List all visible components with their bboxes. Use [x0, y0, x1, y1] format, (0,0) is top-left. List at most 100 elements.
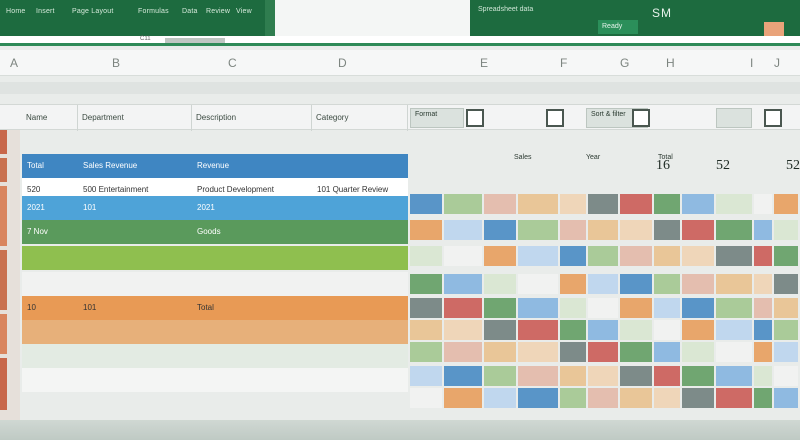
- table-cell[interactable]: [22, 368, 78, 392]
- heatmap-cell[interactable]: [682, 274, 714, 294]
- formula-input[interactable]: [165, 38, 225, 43]
- column-header-d[interactable]: D: [338, 56, 347, 70]
- heatmap-cell[interactable]: [682, 388, 714, 408]
- tab-view[interactable]: View: [236, 8, 252, 15]
- heatmap-cell[interactable]: [654, 194, 680, 214]
- table-cell[interactable]: Sales Revenue: [78, 154, 192, 178]
- heatmap-cell[interactable]: [620, 274, 652, 294]
- column-header-h[interactable]: H: [666, 56, 675, 70]
- table-cell[interactable]: 101: [78, 296, 192, 320]
- table-cell[interactable]: Revenue: [192, 154, 312, 178]
- heatmap-cell[interactable]: [484, 388, 516, 408]
- chart-icon[interactable]: [632, 109, 650, 127]
- tab-data[interactable]: Data: [182, 8, 198, 15]
- column-header-i[interactable]: I: [750, 56, 753, 70]
- table-cell[interactable]: [312, 272, 408, 296]
- table-cell[interactable]: [192, 246, 312, 270]
- column-header-a[interactable]: A: [10, 56, 18, 70]
- table-row[interactable]: Total Sales Revenue Revenue: [22, 154, 408, 178]
- heatmap-cell[interactable]: [654, 342, 680, 362]
- heatmap-cell[interactable]: [682, 320, 714, 340]
- table-cell[interactable]: [192, 320, 312, 344]
- column-header-c[interactable]: C: [228, 56, 237, 70]
- heatmap-cell[interactable]: [716, 274, 752, 294]
- heatmap-cell[interactable]: [716, 246, 752, 266]
- heatmap-cell[interactable]: [754, 366, 772, 386]
- heatmap-cell[interactable]: [620, 320, 652, 340]
- table-cell[interactable]: [312, 196, 408, 220]
- heatmap-cell[interactable]: [410, 366, 442, 386]
- table-row[interactable]: 7 Nov Goods: [22, 220, 408, 244]
- heatmap-cell[interactable]: [716, 320, 752, 340]
- heatmap-cell[interactable]: [716, 298, 752, 318]
- table-cell[interactable]: [78, 246, 192, 270]
- heatmap-cell[interactable]: [588, 194, 618, 214]
- table-cell[interactable]: [78, 272, 192, 296]
- heatmap-cell[interactable]: [774, 220, 798, 240]
- heatmap-cell[interactable]: [774, 274, 798, 294]
- heatmap-cell[interactable]: [682, 298, 714, 318]
- heatmap-cell[interactable]: [754, 220, 772, 240]
- heatmap-cell[interactable]: [410, 298, 442, 318]
- heatmap-cell[interactable]: [560, 320, 586, 340]
- options-button[interactable]: [716, 108, 752, 128]
- column-header-e[interactable]: E: [480, 56, 488, 70]
- heatmap-cell[interactable]: [682, 366, 714, 386]
- heatmap-cell[interactable]: [774, 366, 798, 386]
- tab-insert[interactable]: Insert: [36, 8, 55, 15]
- heatmap-cell[interactable]: [620, 220, 652, 240]
- heatmap-cell[interactable]: [716, 388, 752, 408]
- table-cell[interactable]: Goods: [192, 220, 312, 244]
- heatmap-cell[interactable]: [620, 366, 652, 386]
- heatmap-cell[interactable]: [484, 220, 516, 240]
- heatmap-cell[interactable]: [518, 274, 558, 294]
- heatmap-cell[interactable]: [588, 246, 618, 266]
- heatmap-cell[interactable]: [654, 220, 680, 240]
- heatmap-cell[interactable]: [444, 342, 482, 362]
- tab-home[interactable]: Home: [6, 8, 25, 15]
- heatmap-cell[interactable]: [716, 342, 752, 362]
- heatmap-cell[interactable]: [754, 320, 772, 340]
- heatmap-cell[interactable]: [444, 320, 482, 340]
- heatmap-cell[interactable]: [754, 274, 772, 294]
- tab-page-layout[interactable]: Page Layout: [72, 8, 114, 15]
- heatmap-cell[interactable]: [588, 320, 618, 340]
- heatmap-cell[interactable]: [774, 342, 798, 362]
- heatmap-cell[interactable]: [518, 320, 558, 340]
- heatmap-cell[interactable]: [484, 298, 516, 318]
- table-row[interactable]: [22, 320, 408, 344]
- name-box[interactable]: C11: [140, 36, 151, 42]
- heatmap-cell[interactable]: [620, 388, 652, 408]
- column-header-b[interactable]: B: [112, 56, 120, 70]
- table-cell[interactable]: [22, 272, 78, 296]
- heatmap-cell[interactable]: [444, 298, 482, 318]
- heatmap-cell[interactable]: [444, 220, 482, 240]
- heatmap-cell[interactable]: [444, 388, 482, 408]
- heatmap-cell[interactable]: [588, 220, 618, 240]
- heatmap-cell[interactable]: [774, 194, 798, 214]
- heatmap-cell[interactable]: [620, 298, 652, 318]
- heatmap-cell[interactable]: [518, 388, 558, 408]
- table-cell[interactable]: [78, 368, 192, 392]
- heatmap-cell[interactable]: [654, 366, 680, 386]
- table-cell[interactable]: [22, 344, 78, 368]
- heatmap-cell[interactable]: [620, 194, 652, 214]
- heatmap-cell[interactable]: [654, 388, 680, 408]
- heatmap-cell[interactable]: [410, 194, 442, 214]
- heatmap-cell[interactable]: [518, 220, 558, 240]
- heatmap-cell[interactable]: [444, 246, 482, 266]
- table-cell[interactable]: [312, 320, 408, 344]
- format-button[interactable]: Format: [410, 108, 464, 128]
- header-description[interactable]: Description: [192, 105, 312, 131]
- table-cell[interactable]: [192, 344, 312, 368]
- heatmap-cell[interactable]: [716, 366, 752, 386]
- heatmap-cell[interactable]: [444, 366, 482, 386]
- heatmap-cell[interactable]: [560, 246, 586, 266]
- heatmap-cell[interactable]: [654, 298, 680, 318]
- heatmap-cell[interactable]: [560, 366, 586, 386]
- heatmap-cell[interactable]: [774, 298, 798, 318]
- heatmap-cell[interactable]: [588, 366, 618, 386]
- heatmap-cell[interactable]: [654, 246, 680, 266]
- table-row[interactable]: [22, 368, 408, 392]
- heatmap-cell[interactable]: [444, 274, 482, 294]
